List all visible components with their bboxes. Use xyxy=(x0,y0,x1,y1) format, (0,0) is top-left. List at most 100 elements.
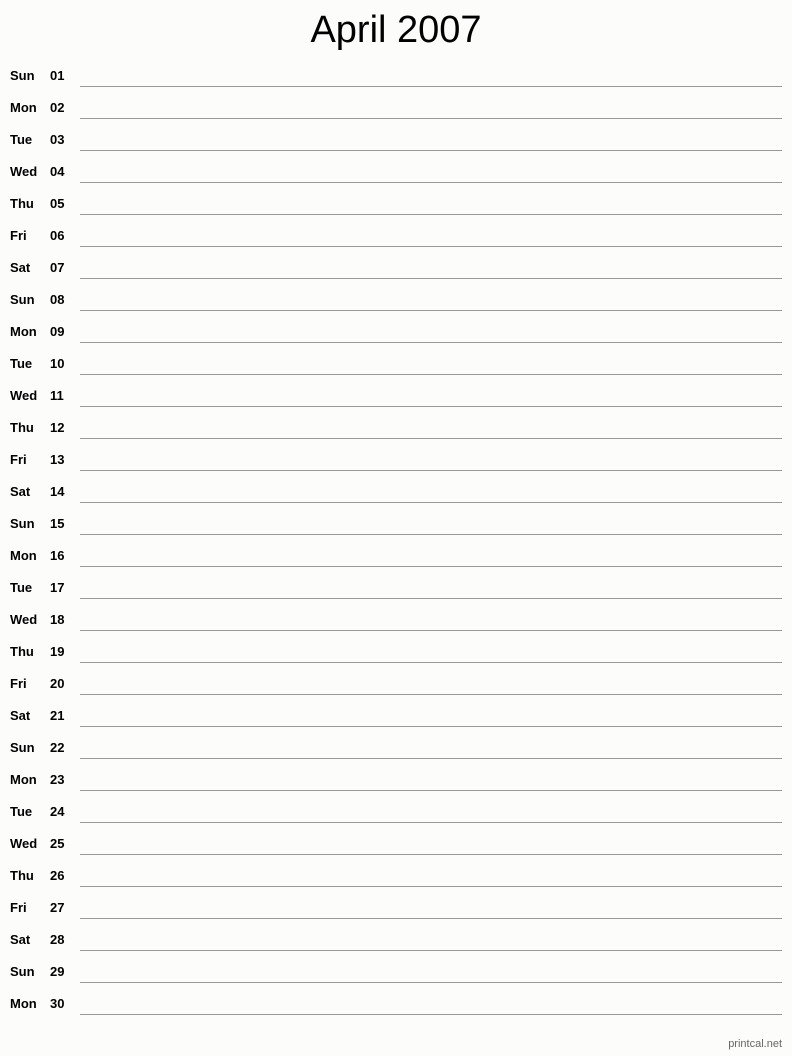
writing-line xyxy=(80,278,782,279)
day-of-week: Thu xyxy=(10,420,34,435)
day-number: 04 xyxy=(50,164,65,179)
day-row: Sun 08 xyxy=(0,284,792,316)
day-of-week: Sat xyxy=(10,484,31,499)
day-row: Sat 28 xyxy=(0,924,792,956)
day-of-week: Thu xyxy=(10,644,34,659)
day-of-week: Sun xyxy=(10,516,35,531)
writing-line xyxy=(80,86,782,87)
day-of-week: Mon xyxy=(10,548,37,563)
day-of-week: Fri xyxy=(10,228,27,243)
day-of-week: Wed xyxy=(10,164,38,179)
writing-line xyxy=(80,854,782,855)
day-row: Fri 20 xyxy=(0,668,792,700)
writing-line xyxy=(80,918,782,919)
day-row: Fri 06 xyxy=(0,220,792,252)
day-row: Sat 21 xyxy=(0,700,792,732)
day-of-week: Tue xyxy=(10,580,33,595)
day-of-week: Mon xyxy=(10,324,37,339)
writing-line xyxy=(80,662,782,663)
day-list: Sun 01 Mon 02 Tue 03 Wed 04 Thu 05 Fri 06 Sat 07 Sun 08… xyxy=(0,60,792,1020)
day-row: Mon 23 xyxy=(0,764,792,796)
day-number: 21 xyxy=(50,708,65,723)
day-of-week: Thu xyxy=(10,196,34,211)
day-number: 23 xyxy=(50,772,65,787)
writing-line xyxy=(80,950,782,951)
day-row: Sun 22 xyxy=(0,732,792,764)
day-row: Mon 09 xyxy=(0,316,792,348)
day-row: Thu 19 xyxy=(0,636,792,668)
day-row: Thu 05 xyxy=(0,188,792,220)
day-row: Thu 26 xyxy=(0,860,792,892)
writing-line xyxy=(80,598,782,599)
day-number: 26 xyxy=(50,868,65,883)
day-number: 25 xyxy=(50,836,65,851)
writing-line xyxy=(80,726,782,727)
day-number: 11 xyxy=(50,388,64,403)
day-number: 22 xyxy=(50,740,65,755)
writing-line xyxy=(80,470,782,471)
day-of-week: Wed xyxy=(10,612,38,627)
writing-line xyxy=(80,758,782,759)
day-row: Wed 11 xyxy=(0,380,792,412)
writing-line xyxy=(80,534,782,535)
writing-line xyxy=(80,246,782,247)
writing-line xyxy=(80,310,782,311)
day-row: Tue 24 xyxy=(0,796,792,828)
day-row: Sun 15 xyxy=(0,508,792,540)
day-number: 27 xyxy=(50,900,65,915)
day-row: Mon 16 xyxy=(0,540,792,572)
day-of-week: Sat xyxy=(10,708,31,723)
day-number: 20 xyxy=(50,676,65,691)
day-number: 18 xyxy=(50,612,65,627)
writing-line xyxy=(80,118,782,119)
day-row: Wed 04 xyxy=(0,156,792,188)
writing-line xyxy=(80,630,782,631)
day-of-week: Sun xyxy=(10,292,35,307)
writing-line xyxy=(80,150,782,151)
day-row: Mon 02 xyxy=(0,92,792,124)
day-of-week: Sun xyxy=(10,68,35,83)
day-row: Sat 14 xyxy=(0,476,792,508)
day-number: 06 xyxy=(50,228,65,243)
day-number: 29 xyxy=(50,964,65,979)
writing-line xyxy=(80,438,782,439)
day-number: 10 xyxy=(50,356,65,371)
day-number: 17 xyxy=(50,580,65,595)
day-number: 15 xyxy=(50,516,65,531)
day-of-week: Wed xyxy=(10,388,38,403)
day-number: 14 xyxy=(50,484,65,499)
day-number: 16 xyxy=(50,548,65,563)
day-of-week: Tue xyxy=(10,804,33,819)
day-of-week: Mon xyxy=(10,772,37,787)
writing-line xyxy=(80,790,782,791)
day-number: 13 xyxy=(50,452,65,467)
day-of-week: Mon xyxy=(10,100,37,115)
day-of-week: Fri xyxy=(10,900,27,915)
day-of-week: Tue xyxy=(10,132,33,147)
day-number: 28 xyxy=(50,932,65,947)
day-row: Wed 25 xyxy=(0,828,792,860)
day-of-week: Sun xyxy=(10,740,35,755)
day-number: 08 xyxy=(50,292,65,307)
writing-line xyxy=(80,502,782,503)
day-row: Tue 10 xyxy=(0,348,792,380)
day-of-week: Fri xyxy=(10,676,27,691)
day-of-week: Sat xyxy=(10,260,31,275)
writing-line xyxy=(80,214,782,215)
footer-credit: printcal.net xyxy=(728,1038,782,1050)
day-of-week: Fri xyxy=(10,452,27,467)
day-number: 01 xyxy=(50,68,65,83)
day-row: Sun 01 xyxy=(0,60,792,92)
day-of-week: Thu xyxy=(10,868,34,883)
day-number: 05 xyxy=(50,196,65,211)
day-row: Sat 07 xyxy=(0,252,792,284)
day-of-week: Sat xyxy=(10,932,31,947)
day-number: 02 xyxy=(50,100,65,115)
writing-line xyxy=(80,566,782,567)
calendar-title: April 2007 xyxy=(310,9,482,51)
day-of-week: Wed xyxy=(10,836,38,851)
day-row: Fri 27 xyxy=(0,892,792,924)
day-number: 07 xyxy=(50,260,65,275)
day-row: Thu 12 xyxy=(0,412,792,444)
day-of-week: Tue xyxy=(10,356,33,371)
